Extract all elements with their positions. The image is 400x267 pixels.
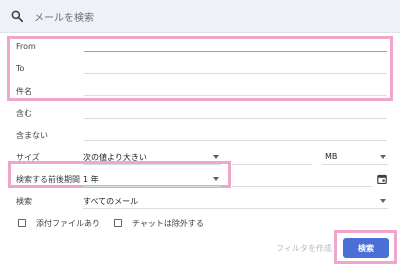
search-in-value: すべてのメール bbox=[83, 197, 139, 206]
date-within-label: 検索する前後期間 bbox=[16, 175, 80, 184]
doesnt-have-field[interactable] bbox=[84, 140, 387, 141]
highlight-from-to-subject bbox=[7, 36, 393, 101]
has-attachment-checkbox[interactable] bbox=[18, 219, 26, 227]
from-label: From bbox=[16, 42, 36, 51]
date-within-chevron-down-icon bbox=[213, 177, 219, 181]
search-in-label: 検索 bbox=[16, 197, 32, 206]
to-label: To bbox=[16, 64, 25, 73]
exclude-chats-label: チャットは除外する bbox=[132, 219, 204, 228]
search-in-underline bbox=[83, 208, 388, 209]
exclude-chats-checkbox[interactable] bbox=[114, 219, 122, 227]
has-words-field[interactable] bbox=[84, 118, 387, 119]
size-value-field[interactable] bbox=[232, 164, 312, 165]
search-button[interactable]: 検索 bbox=[343, 238, 389, 258]
search-icon bbox=[11, 10, 24, 23]
size-label: サイズ bbox=[16, 153, 40, 162]
size-unit-chevron-down-icon bbox=[380, 155, 386, 159]
size-unit-value: MB bbox=[325, 152, 338, 161]
size-operator-chevron-down-icon bbox=[213, 155, 219, 159]
size-operator-value: 次の値より大きい bbox=[83, 153, 147, 162]
has-attachment-label: 添付ファイルあり bbox=[36, 219, 100, 228]
search-in-chevron-down-icon bbox=[380, 199, 386, 203]
subject-label: 件名 bbox=[16, 87, 32, 96]
create-filter-link[interactable]: フィルタを作成 bbox=[276, 243, 332, 254]
search-placeholder: メールを検索 bbox=[34, 13, 94, 24]
has-words-label: 含む bbox=[16, 109, 32, 118]
search-bar[interactable]: メールを検索 bbox=[0, 0, 400, 33]
date-within-underline bbox=[83, 186, 221, 187]
to-field[interactable] bbox=[84, 73, 387, 74]
doesnt-have-label: 含まない bbox=[16, 131, 48, 140]
date-within-value: 1 年 bbox=[83, 175, 99, 184]
size-unit-underline bbox=[322, 164, 388, 165]
from-field[interactable] bbox=[84, 51, 387, 52]
subject-field[interactable] bbox=[84, 95, 387, 96]
date-field[interactable] bbox=[232, 186, 372, 187]
calendar-icon[interactable] bbox=[377, 174, 387, 184]
size-operator-underline bbox=[83, 164, 221, 165]
